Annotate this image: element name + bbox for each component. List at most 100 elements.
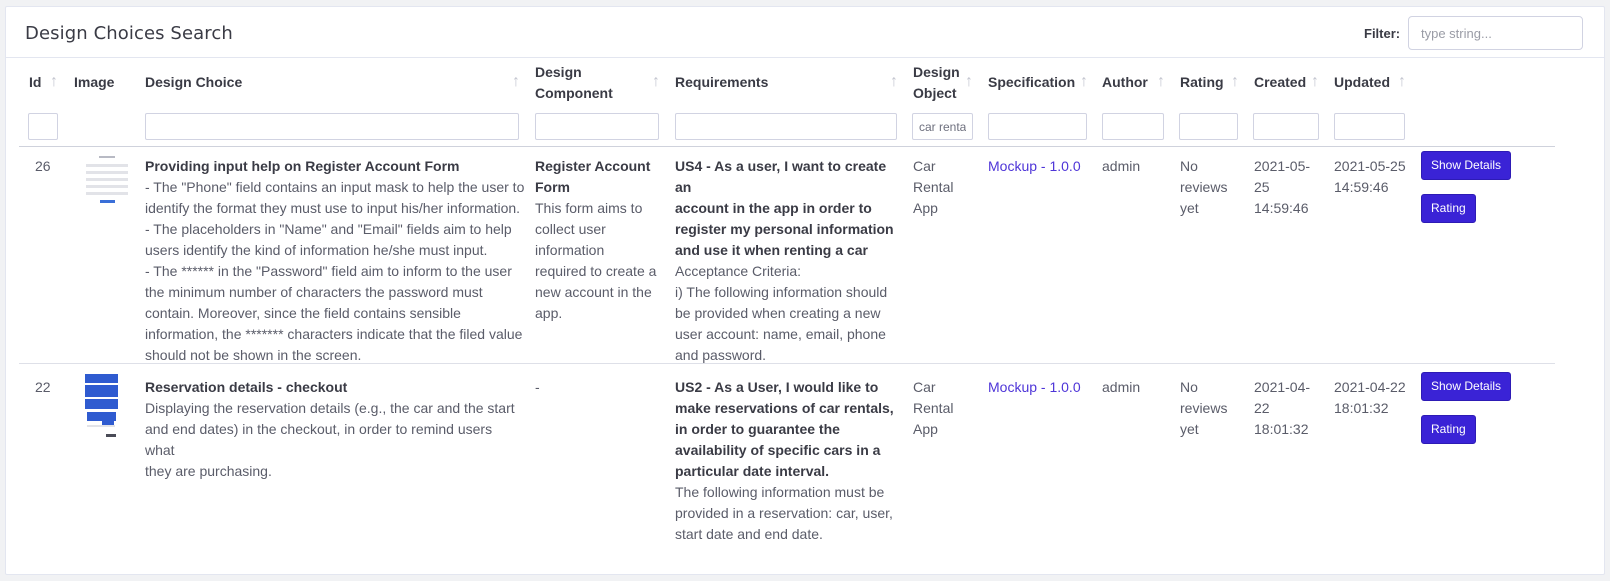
card-header: Design Choices Search Filter: — [6, 7, 1604, 58]
requirement-line: user account: name, email, phone — [675, 326, 886, 342]
updated-cell: 2021-04-22 18:01:32 — [1334, 377, 1406, 419]
sort-arrow-icon[interactable]: ↑ — [512, 74, 520, 90]
description-line: Displaying the reservation details (e.g.… — [145, 400, 515, 416]
component-line: collect user — [535, 221, 606, 237]
component-line: app. — [535, 305, 563, 321]
row-id: 26 — [35, 158, 51, 174]
requirement-title-line: make reservations of car rentals, — [675, 400, 894, 416]
design-object-cell: Car Rental App — [913, 156, 953, 219]
design-choice-filter-input[interactable] — [145, 113, 519, 140]
column-header-updated[interactable]: Updated — [1334, 72, 1390, 93]
requirement-title-line: US2 - As a User, I would like to — [675, 379, 879, 395]
design-thumbnail-image[interactable] — [82, 152, 132, 222]
sort-arrow-icon[interactable]: ↑ — [890, 74, 898, 90]
show-details-button[interactable]: Show Details — [1421, 151, 1512, 180]
design-component-cell: - — [535, 379, 540, 395]
requirement-line: i) The following information should — [675, 284, 888, 300]
component-title-line: Register Account — [535, 158, 651, 174]
object-line: Rental — [913, 400, 954, 416]
requirement-line: be provided when creating a new — [675, 305, 881, 321]
object-line: Rental — [913, 179, 954, 195]
created-line: 25 — [1254, 179, 1270, 195]
rating-button[interactable]: Rating — [1421, 194, 1476, 223]
requirement-line: provided in a reservation: car, user, — [675, 505, 893, 521]
column-header-rating[interactable]: Rating — [1180, 72, 1224, 93]
filter-input[interactable] — [1408, 16, 1583, 50]
component-line: This form aims to — [535, 200, 643, 216]
design-object-cell: Car Rental App — [913, 377, 953, 440]
column-header-requirements[interactable]: Requirements — [675, 72, 768, 93]
description-line: - The ****** in the "Password" field aim… — [145, 263, 512, 279]
description-line: they are purchasing. — [145, 463, 272, 479]
component-title-line: Form — [535, 179, 570, 195]
created-line: 2021-05- — [1254, 158, 1311, 174]
object-line: App — [913, 421, 938, 437]
author-filter-input[interactable] — [1102, 113, 1164, 140]
design-choice-cell: Reservation details - checkout Displayin… — [145, 377, 525, 482]
created-line: 22 — [1254, 400, 1270, 416]
sort-arrow-icon[interactable]: ↑ — [1231, 74, 1239, 90]
created-cell: 2021-05- 25 14:59:46 — [1254, 156, 1310, 219]
id-filter-input[interactable] — [28, 113, 58, 140]
design-component-cell: Register Account Form This form aims to … — [535, 156, 660, 324]
row-divider — [19, 363, 1555, 364]
updated-filter-input[interactable] — [1334, 113, 1405, 140]
requirement-title-line: US4 - As a user, I want to create an — [675, 158, 887, 195]
rating-line: reviews — [1180, 179, 1228, 195]
filter-label: Filter: — [1364, 26, 1401, 41]
rating-button[interactable]: Rating — [1421, 415, 1476, 444]
header-divider — [19, 146, 1555, 147]
sort-arrow-icon[interactable]: ↑ — [1398, 74, 1406, 90]
specification-link[interactable]: Mockup - 1.0.0 — [988, 156, 1081, 177]
column-header-author[interactable]: Author — [1102, 72, 1148, 93]
created-cell: 2021-04- 22 18:01:32 — [1254, 377, 1310, 440]
design-thumbnail-image[interactable] — [82, 372, 132, 442]
sort-arrow-icon[interactable]: ↑ — [1157, 74, 1165, 90]
design-component-filter-input[interactable] — [535, 113, 659, 140]
updated-line: 14:59:46 — [1334, 179, 1389, 195]
specification-filter-input[interactable] — [988, 113, 1087, 140]
component-line: required to create a — [535, 263, 657, 279]
requirement-title-line: in order to guarantee the — [675, 421, 840, 437]
design-choice-title: Reservation details - checkout — [145, 379, 348, 395]
updated-line: 18:01:32 — [1334, 400, 1389, 416]
requirements-cell: US2 - As a User, I would like to make re… — [675, 377, 905, 545]
sort-arrow-icon[interactable]: ↑ — [1311, 74, 1319, 90]
specification-link[interactable]: Mockup - 1.0.0 — [988, 377, 1081, 398]
object-line: App — [913, 200, 938, 216]
show-details-button[interactable]: Show Details — [1421, 372, 1512, 401]
sort-arrow-icon[interactable]: ↑ — [965, 74, 973, 90]
header-line: Component — [535, 85, 613, 101]
component-line: new account in the — [535, 284, 652, 300]
requirement-title-line: register my personal information — [675, 221, 894, 237]
row-id: 22 — [35, 379, 51, 395]
requirements-filter-input[interactable] — [675, 113, 897, 140]
requirement-title-line: account in the app in order to — [675, 200, 872, 216]
design-choice-title: Providing input help on Register Account… — [145, 158, 460, 174]
rating-cell: No reviews yet — [1180, 156, 1227, 219]
sort-arrow-icon[interactable]: ↑ — [652, 74, 660, 90]
page-title: Design Choices Search — [25, 23, 233, 44]
column-header-design-object[interactable]: Design Object — [913, 62, 960, 104]
column-header-created[interactable]: Created — [1254, 72, 1306, 93]
rating-filter-input[interactable] — [1179, 113, 1238, 140]
requirements-cell: US4 - As a user, I want to create an acc… — [675, 156, 905, 366]
updated-line: 2021-04-22 — [1334, 379, 1406, 395]
description-line: identify the format they must use to inp… — [145, 200, 521, 216]
created-filter-input[interactable] — [1253, 113, 1319, 140]
rating-line: No — [1180, 379, 1198, 395]
description-line: - The "Phone" field contains an input ma… — [145, 179, 525, 195]
author-cell: admin — [1102, 379, 1141, 395]
updated-line: 2021-05-25 — [1334, 158, 1406, 174]
column-header-specification[interactable]: Specification — [988, 72, 1075, 93]
column-header-design-choice[interactable]: Design Choice — [145, 72, 242, 93]
header-line: Object — [913, 85, 957, 101]
column-header-design-component[interactable]: Design Component — [535, 62, 613, 104]
rating-line: No — [1180, 158, 1198, 174]
sort-arrow-icon[interactable]: ↑ — [50, 74, 58, 90]
object-line: Car — [913, 379, 936, 395]
sort-arrow-icon[interactable]: ↑ — [1080, 74, 1088, 90]
description-line: the minimum number of characters the pas… — [145, 284, 483, 300]
column-header-id[interactable]: Id — [29, 72, 41, 93]
design-object-filter-input[interactable] — [912, 113, 973, 140]
